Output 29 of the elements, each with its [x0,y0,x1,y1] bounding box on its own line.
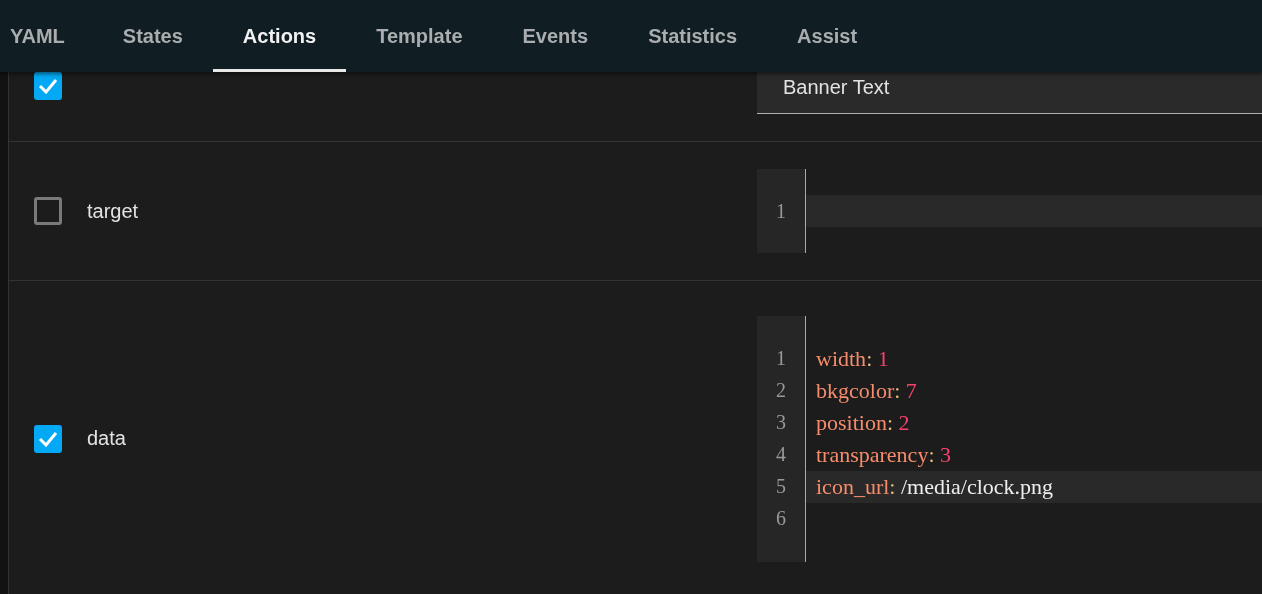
code-editor[interactable]: 1 2 3 4 5 6 width: 1 bkgcolor: 7 position: 2 transparency: 3 icon_url: /media/clock.png [757,315,1262,562]
code-text: width: 1 [816,345,889,372]
tab[interactable]: YAML [0,0,93,72]
checkbox[interactable] [34,424,62,453]
line-number: 1 [775,198,787,224]
tab[interactable]: Statistics [618,0,768,72]
tab[interactable]: Actions [212,0,347,72]
line-number: 6 [775,506,787,531]
tab[interactable]: Template [346,0,493,72]
field-label: target [87,199,139,223]
line-number: 2 [775,378,787,403]
line-number: 5 [775,474,787,499]
text-field[interactable]: Banner Text [757,72,1262,114]
tab[interactable]: Events [492,0,619,72]
code-editor[interactable]: 1 [757,169,1262,253]
code-text: bkgcolor: 7 [816,377,917,404]
line-number: 1 [775,346,787,371]
checkbox[interactable] [34,197,62,225]
line-number: 4 [775,442,787,467]
checkmark-icon [38,78,58,94]
code-text: icon_url: /media/clock.png [816,473,1054,500]
checkmark-icon [38,430,58,447]
code-text: transparency: 3 [816,441,951,468]
code-text: position: 2 [816,409,910,436]
tab[interactable]: Assist [767,0,888,72]
line-number: 3 [775,410,787,435]
field-label: data [87,427,126,450]
checkbox[interactable] [34,72,62,100]
tab[interactable]: States [92,0,213,72]
